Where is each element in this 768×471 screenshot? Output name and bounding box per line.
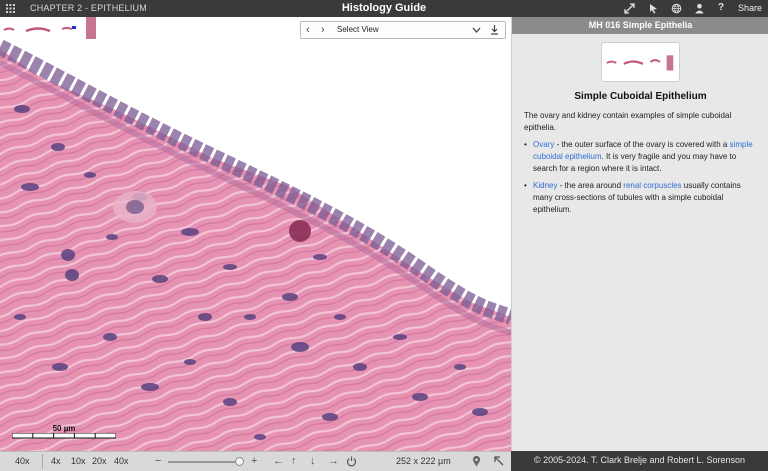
fullscreen-icon[interactable] (624, 3, 635, 14)
kidney-link[interactable]: Kidney (533, 181, 557, 190)
scale-bar: 50 µm (12, 424, 116, 439)
zoom-in-icon[interactable]: + (251, 455, 257, 467)
pan-down-icon[interactable]: ↓ (310, 455, 316, 467)
previous-view-icon[interactable]: ‹ (306, 24, 310, 36)
list-item: Ovary - the outer surface of the ovary i… (524, 139, 758, 175)
ovary-link[interactable]: Ovary (533, 140, 554, 149)
select-view-label[interactable]: Select View (337, 25, 379, 34)
next-view-icon[interactable]: › (321, 24, 325, 36)
renal-corpuscles-link[interactable]: renal corpuscles (623, 181, 681, 190)
field-of-view-readout: 252 x 222 µm (396, 456, 451, 466)
toolbar-divider (42, 454, 43, 469)
pan-left-icon[interactable]: ← (273, 455, 284, 467)
pointer-icon[interactable] (648, 3, 659, 14)
zoom-40x-button[interactable]: 40x (114, 456, 129, 466)
pan-right-icon[interactable]: → (328, 455, 339, 467)
power-icon[interactable] (346, 456, 357, 467)
histology-image[interactable] (0, 17, 511, 451)
list-item-text: - the area around (557, 181, 624, 190)
example-list: Ovary - the outer surface of the ovary i… (524, 139, 758, 221)
scale-bar-line (12, 433, 116, 439)
panel-header: MH 016 Simple Epithelia (512, 17, 768, 34)
scale-bar-label: 50 µm (52, 424, 76, 433)
current-magnification: 40x (15, 456, 30, 466)
globe-icon[interactable] (671, 3, 682, 14)
list-item-text: - the outer surface of the ovary is cove… (554, 140, 730, 149)
info-panel: MH 016 Simple Epithelia Simple Cuboidal … (511, 17, 768, 451)
share-button[interactable]: Share (738, 3, 762, 13)
viewer-toolbar: 40x 4x 10x 20x 40x − + ← ↑ ↓ → 252 x 222… (0, 451, 511, 471)
section-title: Simple Cuboidal Epithelium (574, 91, 707, 102)
chevron-down-icon[interactable] (472, 24, 481, 36)
help-icon[interactable]: ? (718, 2, 729, 13)
intro-text: The ovary and kidney contain examples of… (524, 111, 732, 132)
slide-preview-thumbnail[interactable] (601, 42, 680, 82)
zoom-4x-button[interactable]: 4x (51, 456, 61, 466)
zoom-slider-handle[interactable] (235, 457, 244, 466)
download-icon[interactable] (490, 24, 499, 36)
copyright-footer: © 2005-2024. T. Clark Brelje and Robert … (511, 451, 768, 471)
pan-up-icon[interactable]: ↑ (291, 455, 297, 467)
select-view-dropdown[interactable]: ‹ › Select View (300, 21, 506, 39)
person-icon[interactable] (694, 3, 705, 14)
slide-viewer[interactable]: ‹ › Select View 50 µm (0, 17, 511, 451)
zoom-20x-button[interactable]: 20x (92, 456, 107, 466)
zoom-10x-button[interactable]: 10x (71, 456, 86, 466)
zoom-slider[interactable] (168, 457, 244, 466)
slide-thumbnail[interactable] (0, 17, 98, 39)
location-pin-icon[interactable] (472, 456, 481, 467)
top-bar: CHAPTER 2 - EPITHELIUM Histology Guide ?… (0, 0, 768, 17)
collapse-arrow-icon[interactable] (494, 456, 504, 466)
list-item: Kidney - the area around renal corpuscle… (524, 180, 758, 216)
zoom-out-icon[interactable]: − (155, 455, 161, 467)
